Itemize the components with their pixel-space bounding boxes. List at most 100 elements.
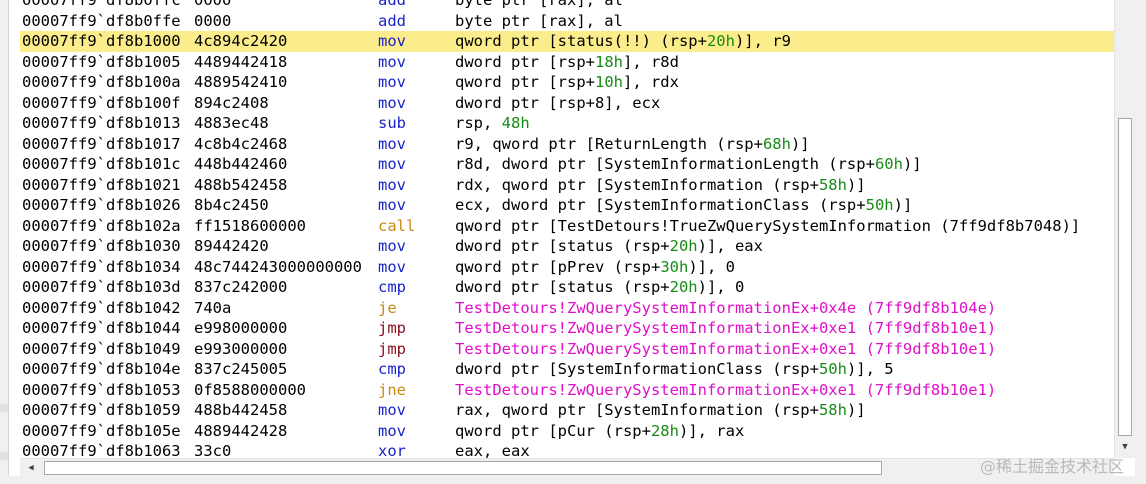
instruction-address: 00007ff9`df8b1013 bbox=[22, 114, 181, 132]
window-bottom-edge bbox=[0, 476, 1146, 484]
disassembly-view[interactable]: 00007ff9`df8b0ffc 0000 add byte ptr [rax], … bbox=[20, 0, 1114, 458]
instruction-row[interactable]: 00007ff9`df8b1049 e993000000 jmp TestDetour… bbox=[20, 339, 1114, 360]
operand-text: qword ptr [pCur (rsp+ bbox=[455, 421, 651, 440]
instruction-bytes: 4c8b4c2468 bbox=[194, 134, 288, 153]
instruction-row[interactable]: 00007ff9`df8b100f 894c2408 mov dword ptr [r… bbox=[20, 93, 1114, 114]
instruction-mnemonic: mov bbox=[378, 401, 406, 419]
instruction-operands: rdx, qword ptr [SystemInformation (rsp+5… bbox=[455, 175, 866, 196]
instruction-operands: rax, qword ptr [SystemInformation (rsp+5… bbox=[455, 400, 866, 421]
instruction-row[interactable]: 00007ff9`df8b102a ff1518600000 call qword p… bbox=[20, 216, 1114, 237]
instruction-operands: dword ptr [SystemInformationClass (rsp+5… bbox=[455, 359, 894, 380]
instruction-bytes: 488b442458 bbox=[194, 401, 288, 419]
operand-text: byte ptr [rax], al bbox=[455, 0, 623, 9]
instruction-bytes: 8b4c2450 bbox=[194, 196, 269, 214]
operand-symbol[interactable]: TestDetours!ZwQuerySystemInformationEx+0… bbox=[455, 381, 996, 399]
instruction-row[interactable]: 00007ff9`df8b1026 8b4c2450 mov ecx, dword p… bbox=[20, 195, 1114, 216]
instruction-bytes: 837c242000 bbox=[194, 278, 288, 296]
instruction-mnemonic: xor bbox=[378, 442, 406, 458]
operand-text: r9, qword ptr [ReturnLength (rsp+ bbox=[455, 134, 763, 153]
instruction-row[interactable]: 00007ff9`df8b1021 488b542458 mov rdx, qword… bbox=[20, 175, 1114, 196]
instruction-mnemonic: mov bbox=[378, 175, 406, 194]
instruction-operands: TestDetours!ZwQuerySystemInformationEx+0… bbox=[455, 298, 996, 319]
instruction-address: 00007ff9`df8b100a bbox=[22, 73, 181, 91]
operand-text: ], rdx bbox=[622, 73, 679, 91]
instruction-operands: TestDetours!ZwQuerySystemInformationEx+0… bbox=[455, 339, 996, 360]
instruction-operands: TestDetours!ZwQuerySystemInformationEx+0… bbox=[455, 380, 996, 401]
instruction-row[interactable]: 00007ff9`df8b1042 740a je TestDetours!ZwQue… bbox=[20, 298, 1114, 319]
operand-text: qword ptr [pPrev (rsp+ bbox=[455, 257, 661, 276]
operand-text: qword ptr [TestDetours!TrueZwQuerySystem… bbox=[455, 216, 1081, 235]
instruction-operands: byte ptr [rax], al bbox=[455, 0, 623, 11]
instruction-mnemonic: jmp bbox=[378, 339, 406, 358]
operand-symbol[interactable]: TestDetours!ZwQuerySystemInformationEx+0… bbox=[455, 299, 996, 317]
instruction-operands: qword ptr [rsp+10h], rdx bbox=[455, 72, 679, 93]
operand-number: 18h bbox=[594, 52, 623, 71]
operand-number: 20h bbox=[669, 237, 698, 255]
instruction-row[interactable]: 00007ff9`df8b1030 89442420 mov dword ptr [s… bbox=[20, 236, 1114, 257]
instruction-row[interactable]: 00007ff9`df8b1013 4883ec48 sub rsp, 48h bbox=[20, 113, 1114, 134]
instruction-row[interactable]: 00007ff9`df8b100a 4889542410 mov qword ptr … bbox=[20, 72, 1114, 93]
operand-symbol[interactable]: TestDetours!ZwQuerySystemInformationEx+0… bbox=[455, 319, 996, 337]
instruction-bytes: 33c0 bbox=[194, 442, 232, 458]
operand-text: dword ptr [rsp+8], ecx bbox=[455, 93, 661, 112]
instruction-mnemonic: mov bbox=[378, 155, 406, 173]
instruction-operands: ecx, dword ptr [SystemInformationClass (… bbox=[455, 195, 912, 216]
horizontal-scrollbar[interactable]: ◀ bbox=[20, 458, 1114, 477]
instruction-address: 00007ff9`df8b104e bbox=[22, 360, 181, 378]
operand-symbol[interactable]: TestDetours!ZwQuerySystemInformationEx+0… bbox=[455, 340, 996, 358]
instruction-bytes: 0000 bbox=[194, 11, 232, 30]
instruction-mnemonic: mov bbox=[378, 93, 406, 112]
operand-number: 30h bbox=[660, 257, 689, 276]
vertical-scrollbar[interactable]: ▼ bbox=[1114, 0, 1135, 458]
operand-number: 50h bbox=[865, 196, 894, 214]
instruction-bytes: 448b442460 bbox=[194, 155, 288, 173]
current-instruction-row[interactable]: 00007ff9`df8b1000 4c894c2420 mov qword ptr … bbox=[20, 31, 1114, 52]
instruction-row[interactable]: 00007ff9`df8b101c 448b442460 mov r8d, dword… bbox=[20, 154, 1114, 175]
vertical-scroll-thumb[interactable] bbox=[1118, 118, 1132, 436]
operand-text: )], 0 bbox=[697, 278, 745, 296]
instruction-mnemonic: call bbox=[378, 216, 416, 235]
instruction-row[interactable]: 00007ff9`df8b104e 837c245005 cmp dword ptr … bbox=[20, 359, 1114, 380]
horizontal-scroll-thumb[interactable] bbox=[44, 461, 882, 475]
instruction-row[interactable]: 00007ff9`df8b1053 0f8588000000 jne TestDeto… bbox=[20, 380, 1114, 401]
instruction-row[interactable]: 00007ff9`df8b0ffe 0000 add byte ptr [rax], … bbox=[20, 11, 1114, 32]
instruction-row[interactable]: 00007ff9`df8b1059 488b442458 mov rax, qword… bbox=[20, 400, 1114, 421]
instruction-operands: byte ptr [rax], al bbox=[455, 11, 623, 32]
instruction-row[interactable]: 00007ff9`df8b0ffc 0000 add byte ptr [rax], … bbox=[20, 0, 1114, 11]
instruction-mnemonic: mov bbox=[378, 134, 406, 153]
operand-number: 68h bbox=[762, 134, 791, 153]
arrow-left-icon[interactable]: ◀ bbox=[24, 461, 38, 475]
instruction-address: 00007ff9`df8b0ffe bbox=[22, 11, 181, 30]
arrow-down-icon[interactable]: ▼ bbox=[1118, 440, 1132, 454]
instruction-address: 00007ff9`df8b101c bbox=[22, 155, 181, 173]
instruction-address: 00007ff9`df8b1063 bbox=[22, 442, 181, 458]
instruction-mnemonic: add bbox=[378, 0, 406, 9]
instruction-operands: r8d, dword ptr [SystemInformationLength … bbox=[455, 154, 922, 175]
operand-text: rax, qword ptr [SystemInformation (rsp+ bbox=[455, 401, 819, 419]
instruction-operands: qword ptr [TestDetours!TrueZwQuerySystem… bbox=[455, 216, 1080, 237]
instruction-address: 00007ff9`df8b1044 bbox=[22, 319, 181, 337]
operand-text: )], rax bbox=[678, 421, 745, 440]
instruction-address: 00007ff9`df8b1042 bbox=[22, 298, 181, 317]
instruction-operands: qword ptr [pPrev (rsp+30h)], 0 bbox=[455, 257, 735, 278]
instruction-address: 00007ff9`df8b1034 bbox=[22, 257, 181, 276]
instruction-bytes: e998000000 bbox=[194, 319, 288, 337]
instruction-row[interactable]: 00007ff9`df8b1017 4c8b4c2468 mov r9, qword … bbox=[20, 134, 1114, 155]
instruction-mnemonic: mov bbox=[378, 52, 406, 71]
instruction-row[interactable]: 00007ff9`df8b1005 4489442418 mov dword ptr … bbox=[20, 52, 1114, 73]
instruction-row[interactable]: 00007ff9`df8b103d 837c242000 cmp dword ptr … bbox=[20, 277, 1114, 298]
window-right-edge bbox=[1135, 0, 1146, 484]
instruction-row[interactable]: 00007ff9`df8b105e 4889442428 mov qword ptr … bbox=[20, 421, 1114, 442]
instruction-row[interactable]: 00007ff9`df8b1044 e998000000 jmp TestDetour… bbox=[20, 318, 1114, 339]
operand-text: byte ptr [rax], al bbox=[455, 11, 623, 30]
operand-text: )] bbox=[902, 155, 922, 173]
instruction-operands: r9, qword ptr [ReturnLength (rsp+68h)] bbox=[455, 134, 810, 155]
instruction-bytes: 4889442428 bbox=[194, 421, 288, 440]
operand-text: )], eax bbox=[697, 237, 763, 255]
instruction-address: 00007ff9`df8b1005 bbox=[22, 52, 181, 71]
operand-number: 58h bbox=[818, 175, 847, 194]
instruction-row[interactable]: 00007ff9`df8b1063 33c0 xor eax, eax bbox=[20, 441, 1114, 458]
instruction-bytes: ff1518600000 bbox=[194, 216, 306, 235]
instruction-bytes: 4c894c2420 bbox=[194, 32, 288, 50]
instruction-row[interactable]: 00007ff9`df8b1034 48c744243000000000 mov qw… bbox=[20, 257, 1114, 278]
